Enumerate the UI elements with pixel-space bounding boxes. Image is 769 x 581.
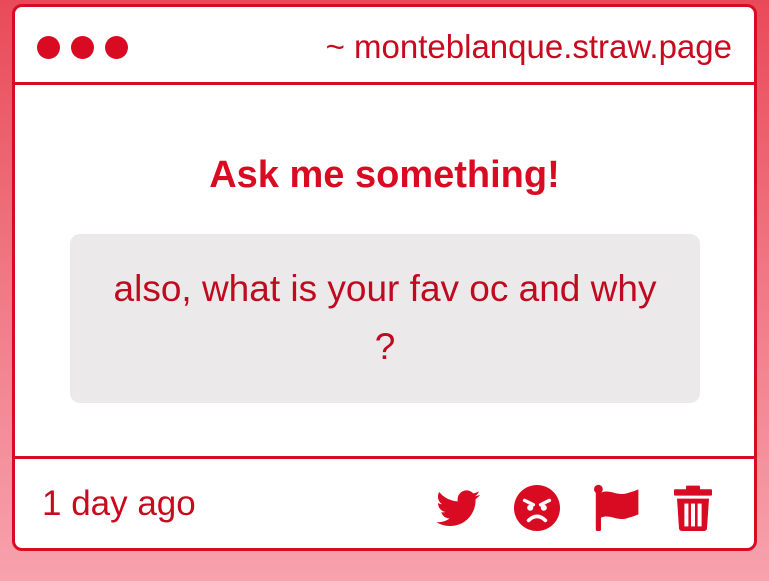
window-dot-icon xyxy=(105,36,128,59)
page-title: Ask me something! xyxy=(209,154,560,196)
trash-icon xyxy=(674,485,712,531)
flag-icon xyxy=(594,484,639,531)
twitter-icon[interactable] xyxy=(433,484,481,532)
trash-icon[interactable] xyxy=(669,484,717,532)
angry-face-icon[interactable] xyxy=(513,484,561,532)
timestamp: 1 day ago xyxy=(42,484,196,523)
flag-icon[interactable] xyxy=(592,484,640,532)
card-footer: 1 day ago xyxy=(15,456,754,548)
question-text: also, what is your fav oc and why ? xyxy=(70,234,700,403)
angry-face-icon xyxy=(514,485,560,531)
window-titlebar: ~ monteblanque.straw.page xyxy=(15,7,754,85)
ask-card: ~ monteblanque.straw.page Ask me somethi… xyxy=(12,4,757,551)
window-dot-icon xyxy=(71,36,94,59)
window-dot-icon xyxy=(37,36,60,59)
page-url: ~ monteblanque.straw.page xyxy=(325,28,732,65)
twitter-icon xyxy=(436,490,481,526)
